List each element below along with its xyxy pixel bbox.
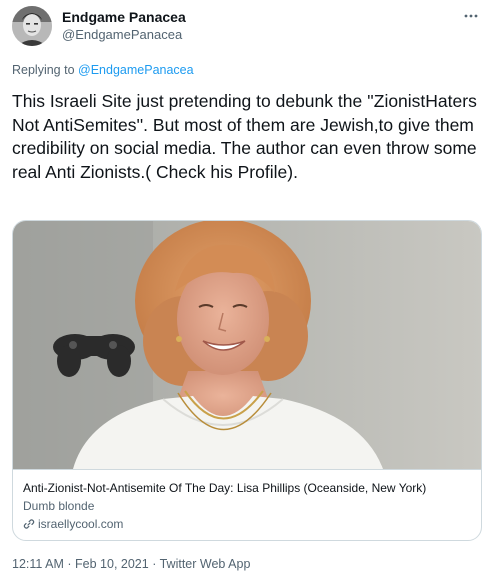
meta-separator: ·	[67, 557, 72, 571]
link-preview-domain[interactable]: israellycool.com	[23, 517, 123, 531]
replying-to-handle-link[interactable]: @EndgamePanacea	[78, 63, 194, 77]
link-icon	[23, 519, 35, 529]
more-options-button[interactable]	[459, 6, 483, 26]
link-preview-title[interactable]: Anti-Zionist-Not-Antisemite Of The Day: …	[23, 481, 426, 495]
author-avatar[interactable]	[12, 6, 52, 46]
tweet-source-app[interactable]: Twitter Web App	[160, 557, 251, 571]
author-handle[interactable]: @EndgamePanacea	[62, 27, 182, 42]
tweet-text: This Israeli Site just pretending to deb…	[12, 91, 477, 182]
link-preview-card[interactable]: Anti-Zionist-Not-Antisemite Of The Day: …	[12, 220, 482, 541]
avatar-image	[12, 6, 52, 46]
tweet-meta: 12:11 AM · Feb 10, 2021 · Twitter Web Ap…	[12, 557, 250, 571]
link-preview-description: Dumb blonde	[23, 499, 95, 513]
meta-separator: ·	[152, 557, 157, 571]
replying-to: Replying to @EndgamePanacea	[12, 63, 194, 77]
tweet-time[interactable]: 12:11 AM	[12, 557, 64, 571]
tweet: Endgame Panacea @EndgamePanacea Replying…	[0, 0, 493, 583]
tweet-date[interactable]: Feb 10, 2021	[75, 557, 149, 571]
author-name[interactable]: Endgame Panacea	[62, 9, 186, 25]
link-preview-info: Anti-Zionist-Not-Antisemite Of The Day: …	[13, 469, 481, 540]
link-preview-photo	[13, 221, 481, 469]
more-horizontal-icon	[464, 14, 478, 18]
link-preview-domain-text: israellycool.com	[38, 517, 124, 531]
replying-to-label: Replying to	[12, 63, 75, 77]
